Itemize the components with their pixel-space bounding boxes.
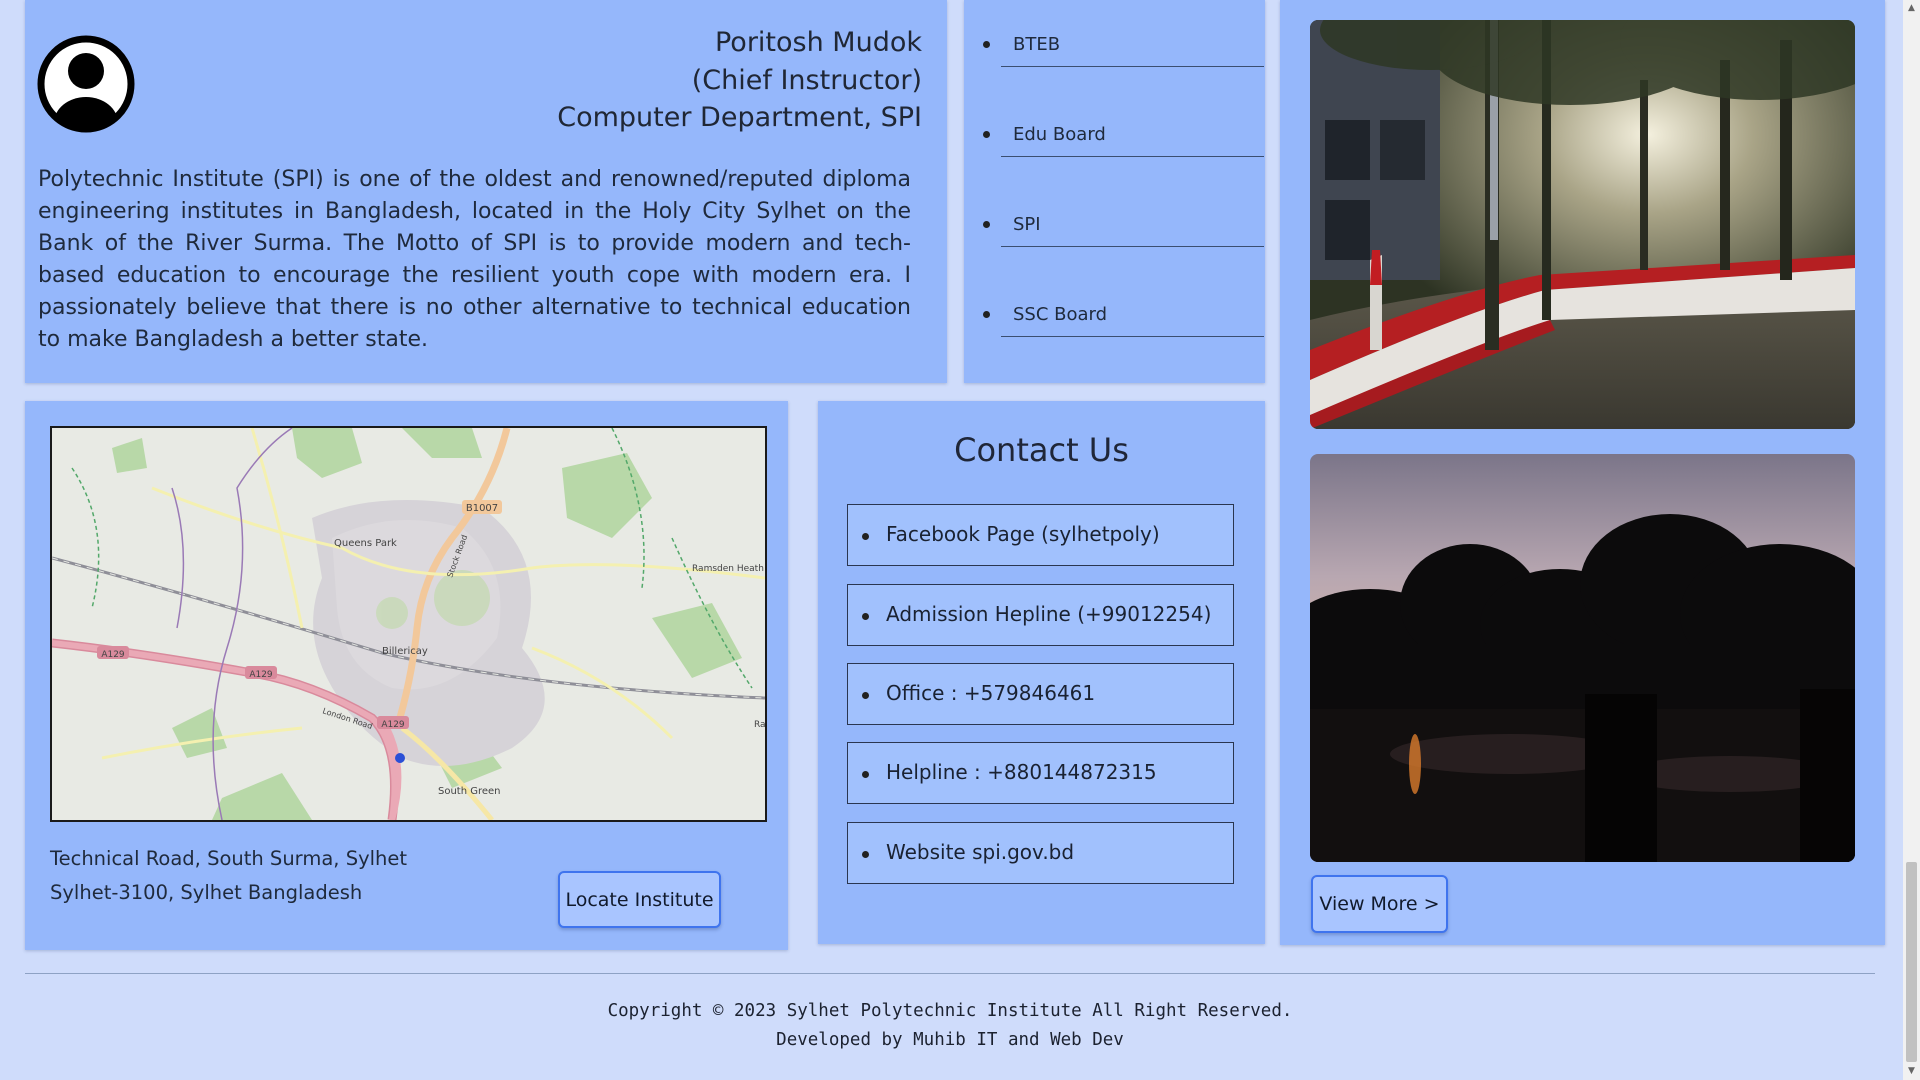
principal-department: Computer Department, SPI bbox=[557, 102, 922, 133]
user-avatar-icon bbox=[37, 35, 135, 133]
scrollbar-thumb[interactable] bbox=[1906, 862, 1917, 1062]
map-label-a129-west: A129 bbox=[101, 650, 125, 660]
scroll-up-icon[interactable]: ▲ bbox=[1903, 0, 1920, 17]
map-label-billericay: Billericay bbox=[382, 646, 428, 657]
map-label-b1007: B1007 bbox=[466, 503, 498, 514]
link-bteb[interactable]: BTEB bbox=[983, 4, 1264, 67]
footer-divider bbox=[25, 973, 1875, 974]
page-scrollbar[interactable]: ▲ ▼ bbox=[1903, 0, 1920, 1080]
contact-label: Helpline : +880144872315 bbox=[886, 760, 1157, 784]
map-label-edge: Ra bbox=[754, 720, 765, 730]
location-map[interactable]: B1007 Queens Park Ramsden Heath Billeric… bbox=[50, 426, 767, 822]
contact-office[interactable]: Office : +579846461 bbox=[847, 663, 1234, 725]
view-more-button[interactable]: View More > bbox=[1311, 875, 1448, 933]
footer-developer-credit: Developed by Muhib IT and Web Dev bbox=[776, 1030, 1124, 1050]
campus-path-photo bbox=[1310, 20, 1855, 429]
link-label: BTEB bbox=[1013, 34, 1061, 55]
gallery-card: View More > bbox=[1280, 0, 1885, 945]
principal-role: (Chief Instructor) bbox=[691, 64, 922, 96]
location-card: B1007 Queens Park Ramsden Heath Billeric… bbox=[25, 401, 788, 950]
institute-address: Technical Road, South Surma, Sylhet Sylh… bbox=[50, 842, 407, 910]
map-label-a129-south: A129 bbox=[381, 720, 405, 730]
contact-helpline[interactable]: Helpline : +880144872315 bbox=[847, 742, 1234, 804]
contact-title: Contact Us bbox=[954, 431, 1129, 469]
link-edu-board[interactable]: Edu Board bbox=[983, 94, 1264, 157]
link-label: SSC Board bbox=[1013, 304, 1108, 325]
principal-identity: Poritosh Mudok (Chief Instructor) Comput… bbox=[557, 24, 922, 137]
contact-label: Facebook Page (sylhetpoly) bbox=[886, 522, 1160, 546]
quick-links-card: BTEB Edu Board SPI SSC Board bbox=[964, 0, 1265, 383]
principal-message-card: Poritosh Mudok (Chief Instructor) Comput… bbox=[25, 0, 947, 383]
footer-copyright: Copyright © 2023 Sylhet Polytechnic Inst… bbox=[607, 1001, 1293, 1021]
link-label: SPI bbox=[1013, 214, 1041, 235]
map-label-south-green: South Green bbox=[438, 786, 501, 797]
contact-label: Admission Hepline (+99012254) bbox=[886, 602, 1212, 626]
sunset-lake-photo bbox=[1310, 454, 1855, 862]
address-line-2: Sylhet-3100, Sylhet Bangladesh bbox=[50, 881, 363, 904]
link-label: Edu Board bbox=[1013, 124, 1106, 145]
contact-admission-helpline[interactable]: Admission Hepline (+99012254) bbox=[847, 584, 1234, 646]
location-marker-icon[interactable] bbox=[395, 753, 405, 763]
link-ssc-board[interactable]: SSC Board bbox=[983, 274, 1264, 337]
map-label-a129-center: A129 bbox=[249, 670, 273, 680]
contact-website[interactable]: Website spi.gov.bd bbox=[847, 822, 1234, 884]
contact-label: Website spi.gov.bd bbox=[886, 840, 1075, 864]
contact-facebook[interactable]: Facebook Page (sylhetpoly) bbox=[847, 504, 1234, 566]
principal-name: Poritosh Mudok bbox=[714, 27, 922, 58]
map-label-ramsden-heath: Ramsden Heath bbox=[692, 564, 764, 574]
map-label-queens-park: Queens Park bbox=[334, 538, 397, 549]
contact-label: Office : +579846461 bbox=[886, 681, 1096, 705]
locate-institute-button[interactable]: Locate Institute bbox=[558, 871, 721, 928]
principal-message-text: Polytechnic Institute (SPI) is one of th… bbox=[38, 167, 911, 352]
address-line-1: Technical Road, South Surma, Sylhet bbox=[50, 847, 408, 870]
link-spi[interactable]: SPI bbox=[983, 184, 1264, 247]
scroll-down-icon[interactable]: ▼ bbox=[1903, 1063, 1920, 1080]
contact-card: Contact Us Facebook Page (sylhetpoly) Ad… bbox=[818, 401, 1265, 944]
